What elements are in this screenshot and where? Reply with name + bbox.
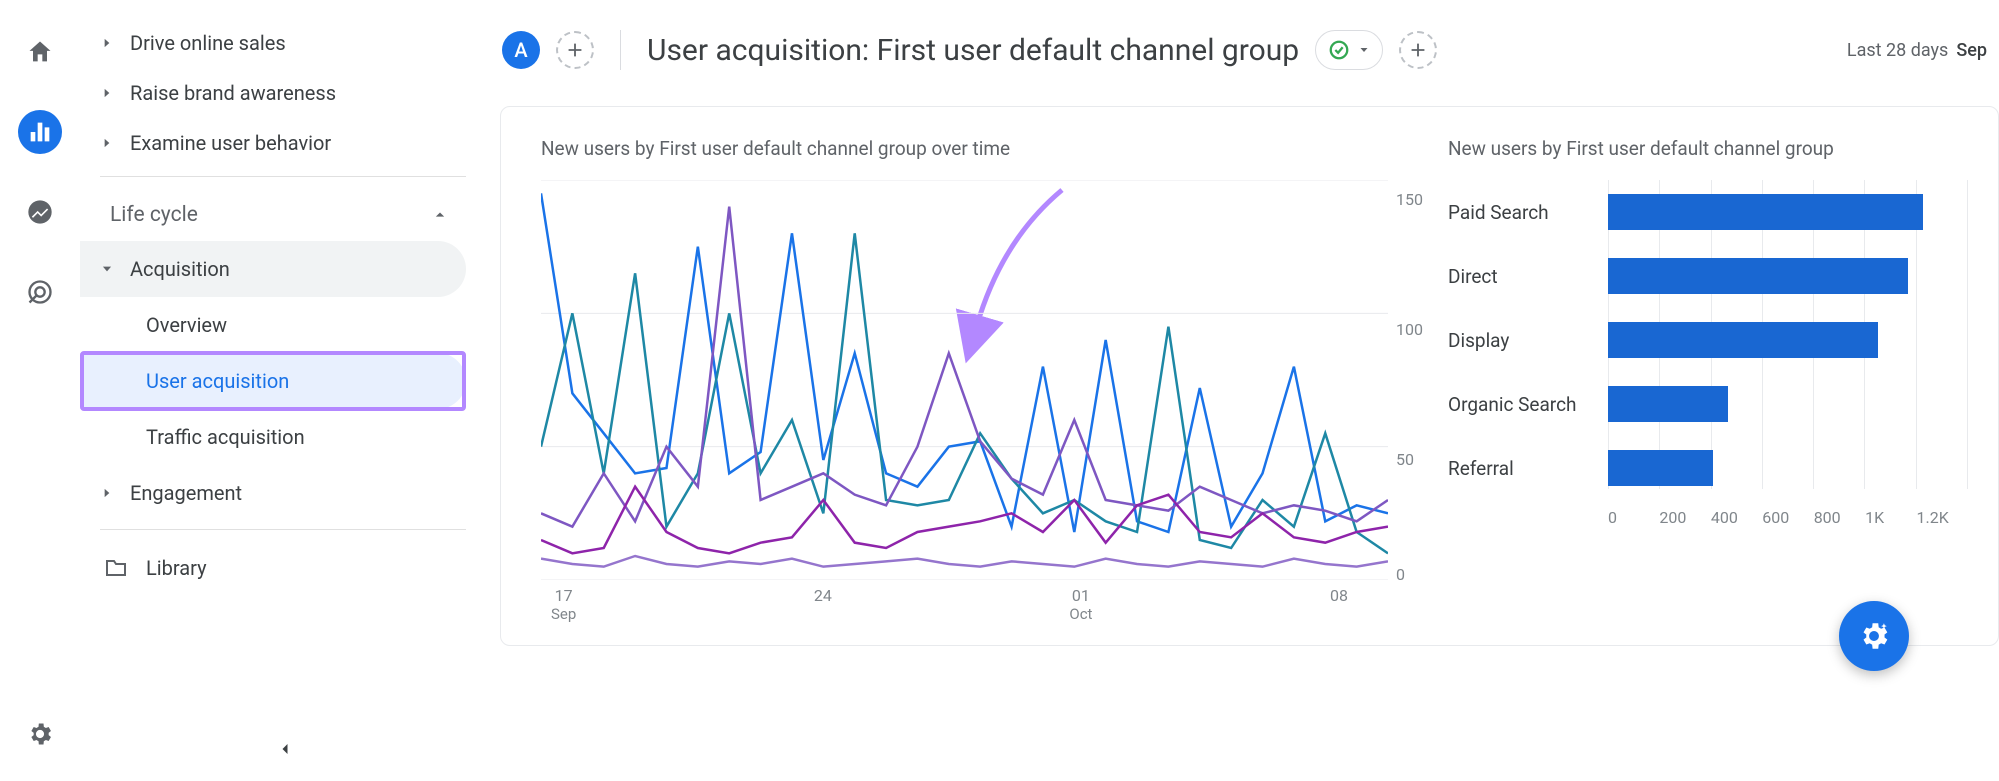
divider [620, 30, 621, 70]
check-circle-icon [1328, 39, 1350, 61]
sidebar-objective-behavior[interactable]: Examine user behavior [80, 118, 466, 168]
bar-label: Referral [1448, 457, 1608, 480]
bar-row: Paid Search [1448, 180, 1968, 244]
y-tick: 100 [1396, 320, 1423, 339]
bar-fill [1608, 322, 1878, 358]
sidebar-leaf-overview[interactable]: Overview [80, 297, 466, 353]
chevron-right-icon [100, 481, 130, 505]
sidebar-label: User acquisition [146, 369, 289, 393]
advertising-icon[interactable] [18, 270, 62, 314]
report-sidebar: Drive online sales Raise brand awareness… [80, 0, 490, 781]
sidebar-objective-brand[interactable]: Raise brand awareness [80, 68, 466, 118]
segment-chip[interactable]: A [502, 31, 540, 69]
chevron-down-icon [1358, 44, 1370, 56]
date-range-label: Last 28 days [1847, 40, 1948, 61]
chevron-right-icon [100, 131, 130, 155]
folder-icon [104, 556, 128, 580]
bar-row: Display [1448, 308, 1968, 372]
chevron-right-icon [100, 81, 130, 105]
bar-chart: New users by First user default channel … [1448, 137, 1968, 623]
left-icon-rail [0, 0, 80, 781]
sidebar-library[interactable]: Library [80, 540, 490, 596]
sidebar-label: Acquisition [130, 257, 230, 281]
sidebar-label: Engagement [130, 481, 242, 505]
bar-fill [1608, 194, 1923, 230]
bar-row: Referral [1448, 436, 1968, 500]
bar-x-tick: 1.2K [1917, 508, 1968, 527]
collapse-sidebar-button[interactable] [275, 739, 295, 763]
chart-title: New users by First user default channel … [541, 137, 1388, 160]
bar-row: Organic Search [1448, 372, 1968, 436]
bar-x-tick: 1K [1865, 508, 1916, 527]
x-tick: 24 [814, 586, 832, 623]
sidebar-objective-drive-sales[interactable]: Drive online sales [80, 18, 466, 68]
reports-icon[interactable] [18, 110, 62, 154]
add-segment-button[interactable] [556, 31, 594, 69]
y-tick: 150 [1396, 190, 1423, 209]
x-tick: 17Sep [551, 586, 576, 623]
sidebar-leaf-user-acquisition[interactable]: User acquisition [80, 353, 466, 409]
customize-add-button[interactable] [1399, 31, 1437, 69]
sidebar-group-label: Life cycle [110, 203, 198, 227]
sidebar-label: Library [146, 556, 207, 580]
explore-icon[interactable] [18, 190, 62, 234]
plus-icon [1407, 39, 1429, 61]
bar-label: Paid Search [1448, 201, 1608, 224]
segment-letter: A [514, 38, 527, 62]
y-tick: 0 [1396, 565, 1405, 584]
bar-x-tick: 200 [1659, 508, 1710, 527]
bar-label: Organic Search [1448, 393, 1608, 416]
home-icon[interactable] [18, 30, 62, 74]
report-header: A User acquisition: First user default c… [490, 14, 1999, 86]
bar-label: Direct [1448, 265, 1608, 288]
x-tick: 08 [1330, 586, 1348, 623]
sidebar-label: Raise brand awareness [130, 81, 336, 105]
insights-fab[interactable] [1839, 601, 1909, 671]
plus-icon [564, 39, 586, 61]
x-tick: 01Oct [1069, 586, 1092, 623]
sidebar-item-acquisition[interactable]: Acquisition [80, 241, 466, 297]
date-range-value: Sep [1956, 40, 1987, 61]
bar-x-tick: 0 [1608, 508, 1659, 527]
sidebar-leaf-traffic-acquisition[interactable]: Traffic acquisition [80, 409, 466, 465]
y-tick: 50 [1396, 450, 1414, 469]
charts-card: New users by First user default channel … [500, 106, 1999, 646]
sidebar-label: Overview [146, 313, 227, 337]
line-chart-svg [541, 180, 1388, 580]
sparkle-gear-icon [1857, 619, 1891, 653]
bar-fill [1608, 450, 1713, 486]
sidebar-group-lifecycle[interactable]: Life cycle [80, 189, 490, 241]
chart-title: New users by First user default channel … [1448, 137, 1968, 160]
line-chart: New users by First user default channel … [541, 137, 1388, 623]
chevron-up-icon [430, 205, 450, 225]
x-axis: 17Sep 24 01Oct 08 [541, 580, 1388, 623]
page-title: User acquisition: First user default cha… [647, 33, 1299, 68]
bar-fill [1608, 258, 1908, 294]
chevron-down-icon [100, 257, 130, 281]
sidebar-label: Drive online sales [130, 31, 286, 55]
sidebar-label: Traffic acquisition [146, 425, 305, 449]
bar-row: Direct [1448, 244, 1968, 308]
bar-label: Display [1448, 329, 1608, 352]
sidebar-label: Examine user behavior [130, 131, 331, 155]
bar-x-tick: 400 [1711, 508, 1762, 527]
sidebar-item-engagement[interactable]: Engagement [80, 465, 466, 521]
chevron-right-icon [100, 31, 130, 55]
status-pill[interactable] [1315, 30, 1383, 70]
bar-x-tick: 600 [1762, 508, 1813, 527]
main-content: A User acquisition: First user default c… [490, 0, 1999, 781]
bar-x-tick: 800 [1814, 508, 1865, 527]
admin-gear-icon[interactable] [18, 712, 62, 756]
bar-fill [1608, 386, 1728, 422]
bar-x-axis: 02004006008001K1.2K [1448, 508, 1968, 527]
date-range-picker[interactable]: Last 28 days Sep [1847, 40, 1987, 61]
